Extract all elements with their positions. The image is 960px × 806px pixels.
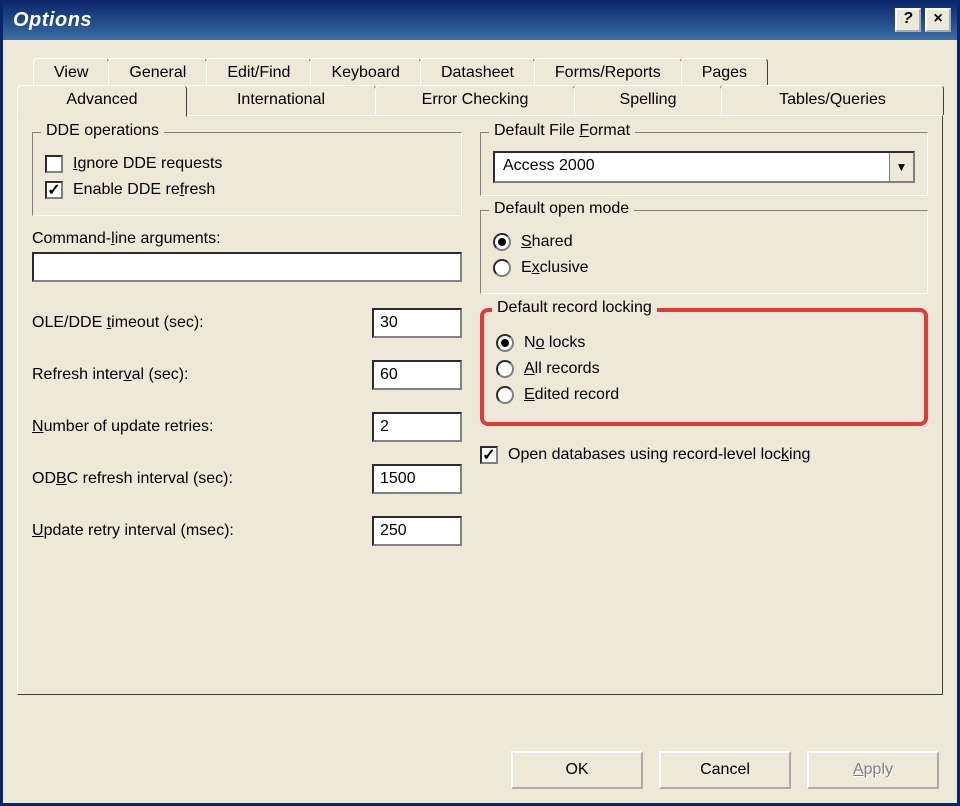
checkbox-ignore-dde-label: Ignore DDE requests	[73, 155, 222, 173]
group-legend-record-locking: Default record locking	[492, 299, 657, 317]
tab-advanced[interactable]: Advanced	[17, 85, 187, 117]
window-title: Options	[13, 9, 895, 32]
radio-open-shared[interactable]	[493, 233, 511, 251]
tab-tables-queries[interactable]: Tables/Queries	[721, 85, 944, 115]
close-button[interactable]: ×	[925, 8, 951, 32]
radio-no-locks-label: No locks	[524, 334, 585, 352]
checkbox-enable-dde-refresh-label: Enable DDE refresh	[73, 181, 215, 199]
group-default-record-locking: Default record locking No locks All reco…	[480, 308, 928, 426]
input-ole-dde-timeout[interactable]	[372, 308, 462, 338]
cancel-button[interactable]: Cancel	[659, 751, 791, 789]
tab-general[interactable]: General	[108, 58, 207, 87]
ok-button[interactable]: OK	[511, 751, 643, 789]
tab-forms-reports[interactable]: Forms/Reports	[534, 58, 682, 87]
tab-view[interactable]: View	[33, 58, 109, 87]
help-button[interactable]: ?	[895, 8, 921, 32]
radio-all-records-label: All records	[524, 360, 600, 378]
tab-datasheet[interactable]: Datasheet	[420, 58, 535, 87]
label-command-line-args: Command-line arguments:	[32, 230, 462, 248]
radio-edited-record-label: Edited record	[524, 386, 619, 404]
label-ole-dde-timeout: OLE/DDE timeout (sec):	[32, 314, 204, 332]
dialog-button-bar: OK Cancel Apply	[3, 739, 957, 803]
label-update-retry-interval: Update retry interval (msec):	[32, 522, 234, 540]
checkbox-enable-dde-refresh[interactable]: ✓	[45, 181, 63, 199]
apply-button[interactable]: Apply	[807, 751, 939, 789]
combo-default-file-format[interactable]: Access 2000 ▼	[493, 151, 915, 183]
combo-value: Access 2000	[495, 153, 889, 181]
options-dialog: Options ? × View General Edit/Find Keybo…	[0, 0, 960, 806]
checkbox-record-level-locking-label: Open databases using record-level lockin…	[508, 446, 810, 464]
tab-row-front: Advanced International Error Checking Sp…	[17, 85, 943, 115]
tab-panel-advanced: DDE operations Ignore DDE requests ✓ Ena…	[17, 115, 943, 695]
tab-international[interactable]: International	[186, 85, 376, 115]
radio-open-shared-label: Shared	[521, 233, 573, 251]
tab-row-back: View General Edit/Find Keyboard Datashee…	[33, 58, 943, 87]
input-command-line-args[interactable]	[32, 252, 462, 282]
radio-no-locks[interactable]	[496, 334, 514, 352]
tab-pages[interactable]: Pages	[681, 58, 768, 87]
group-default-open-mode: Default open mode Shared Exclusive	[480, 210, 928, 294]
tab-edit-find[interactable]: Edit/Find	[206, 58, 311, 87]
input-refresh-interval[interactable]	[372, 360, 462, 390]
chevron-down-icon: ▼	[889, 153, 913, 181]
group-legend-file-format: Default File Format	[489, 122, 635, 140]
group-legend-open-mode: Default open mode	[489, 200, 634, 218]
label-refresh-interval: Refresh interval (sec):	[32, 366, 189, 384]
radio-open-exclusive-label: Exclusive	[521, 259, 589, 277]
label-odbc-refresh-interval: ODBC refresh interval (sec):	[32, 470, 233, 488]
tab-error-checking[interactable]: Error Checking	[375, 85, 575, 115]
tab-spelling[interactable]: Spelling	[574, 85, 722, 115]
titlebar: Options ? ×	[3, 0, 957, 40]
input-update-retries[interactable]	[372, 412, 462, 442]
group-default-file-format: Default File Format Access 2000 ▼	[480, 132, 928, 196]
radio-all-records[interactable]	[496, 360, 514, 378]
tab-keyboard[interactable]: Keyboard	[310, 58, 421, 87]
checkbox-record-level-locking[interactable]: ✓	[480, 446, 498, 464]
radio-edited-record[interactable]	[496, 386, 514, 404]
label-update-retries: Number of update retries:	[32, 418, 213, 436]
group-legend-dde: DDE operations	[41, 122, 164, 140]
group-dde-operations: DDE operations Ignore DDE requests ✓ Ena…	[32, 132, 462, 216]
input-update-retry-interval[interactable]	[372, 516, 462, 546]
radio-open-exclusive[interactable]	[493, 259, 511, 277]
checkbox-ignore-dde[interactable]	[45, 155, 63, 173]
input-odbc-refresh-interval[interactable]	[372, 464, 462, 494]
